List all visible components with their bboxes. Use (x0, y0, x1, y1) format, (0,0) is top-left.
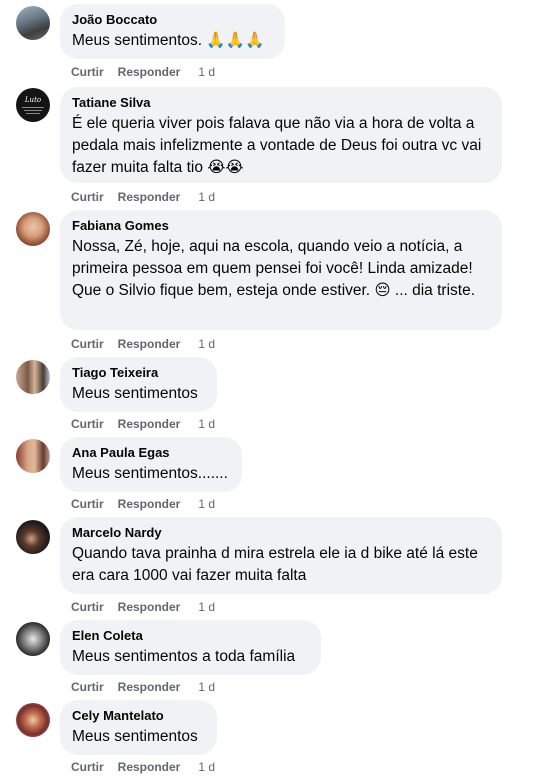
avatar-luto-text: Luto (24, 96, 42, 104)
comment-timestamp[interactable]: 1 d (198, 760, 215, 774)
comment-text: Nossa, Zé, hoje, aqui na escola, quando … (72, 238, 475, 299)
comment-bubble: Cely Mantelato Meus sentimentos (60, 700, 217, 755)
comment-author[interactable]: Elen Coleta (72, 628, 309, 644)
comment-text: Meus sentimentos a toda família (72, 648, 296, 665)
comment-timestamp[interactable]: 1 d (198, 497, 215, 511)
avatar[interactable]: Luto (16, 88, 50, 122)
like-button[interactable]: Curtir (71, 337, 104, 351)
comment-timestamp[interactable]: 1 d (198, 190, 215, 204)
comment-actions: Curtir Responder 1 d (71, 759, 229, 775)
like-button[interactable]: Curtir (71, 65, 104, 79)
comment-bubble: Ana Paula Egas Meus sentimentos....... (60, 437, 242, 492)
comment-text: Quando tava prainha d mira estrela ele i… (72, 545, 478, 584)
reply-button[interactable]: Responder (118, 417, 181, 431)
comment-actions: Curtir Responder 1 d (71, 64, 229, 80)
like-button[interactable]: Curtir (71, 497, 104, 511)
comment-timestamp[interactable]: 1 d (198, 417, 215, 431)
comment-actions: Curtir Responder 1 d (71, 416, 229, 432)
avatar[interactable] (16, 6, 50, 40)
comment-actions: Curtir Responder 1 d (71, 599, 229, 615)
reply-button[interactable]: Responder (118, 600, 181, 614)
comment-actions: Curtir Responder 1 d (71, 336, 229, 352)
like-button[interactable]: Curtir (71, 760, 104, 774)
avatar[interactable] (16, 622, 50, 656)
comment-author[interactable]: Fabiana Gomes (72, 218, 490, 234)
comment-bubble: João Boccato Meus sentimentos. 🙏🙏🙏 (60, 4, 285, 59)
comment-text: Meus sentimentos (72, 728, 198, 745)
avatar[interactable] (16, 439, 50, 473)
reply-button[interactable]: Responder (118, 65, 181, 79)
comment-author[interactable]: Tiago Teixeira (72, 365, 205, 381)
reply-button[interactable]: Responder (118, 760, 181, 774)
comment-timestamp[interactable]: 1 d (198, 337, 215, 351)
comment-actions: Curtir Responder 1 d (71, 679, 229, 695)
avatar[interactable] (16, 703, 50, 737)
comment-text: Meus sentimentos. 🙏🙏🙏 (72, 32, 265, 49)
comment-timestamp[interactable]: 1 d (198, 600, 215, 614)
comment-text: Meus sentimentos....... (72, 465, 228, 482)
avatar[interactable] (16, 360, 50, 394)
like-button[interactable]: Curtir (71, 680, 104, 694)
avatar-decoration (24, 110, 42, 111)
comment-timestamp[interactable]: 1 d (198, 65, 215, 79)
comment-bubble: Tatiane Silva É ele queria viver pois fa… (60, 87, 502, 183)
comment-text: Meus sentimentos (72, 385, 198, 402)
comment-author[interactable]: Cely Mantelato (72, 708, 205, 724)
comment-author[interactable]: Ana Paula Egas (72, 445, 230, 461)
comment-actions: Curtir Responder 1 d (71, 496, 229, 512)
avatar-decoration (22, 107, 44, 108)
reply-button[interactable]: Responder (118, 680, 181, 694)
comment-bubble: Fabiana Gomes Nossa, Zé, hoje, aqui na e… (60, 210, 502, 330)
avatar-decoration (26, 113, 40, 114)
comment-bubble: Tiago Teixeira Meus sentimentos (60, 357, 217, 412)
comment-author[interactable]: Tatiane Silva (72, 95, 490, 111)
reply-button[interactable]: Responder (118, 497, 181, 511)
comment-timestamp[interactable]: 1 d (198, 680, 215, 694)
reply-button[interactable]: Responder (118, 190, 181, 204)
avatar[interactable] (16, 520, 50, 554)
reply-button[interactable]: Responder (118, 337, 181, 351)
avatar[interactable] (16, 212, 50, 246)
like-button[interactable]: Curtir (71, 417, 104, 431)
comment-author[interactable]: Marcelo Nardy (72, 525, 490, 541)
comment-text: É ele queria viver pois falava que não v… (72, 115, 482, 176)
comment-bubble: Marcelo Nardy Quando tava prainha d mira… (60, 517, 502, 594)
like-button[interactable]: Curtir (71, 190, 104, 204)
comment-bubble: Elen Coleta Meus sentimentos a toda famí… (60, 620, 321, 675)
comment-actions: Curtir Responder 1 d (71, 189, 229, 205)
like-button[interactable]: Curtir (71, 600, 104, 614)
comment-author[interactable]: João Boccato (72, 12, 273, 28)
